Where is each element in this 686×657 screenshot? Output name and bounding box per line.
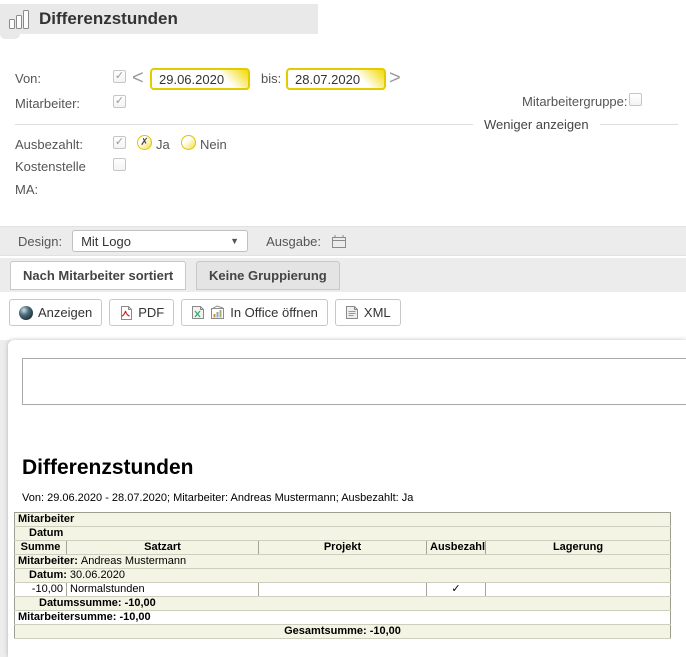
next-period-arrow[interactable]: >	[389, 67, 401, 89]
ausgabe-label: Ausgabe:	[266, 234, 321, 249]
chevron-down-icon: ▼	[230, 236, 239, 246]
design-select-value: Mit Logo	[81, 234, 131, 249]
report-parameter-box[interactable]	[22, 358, 686, 405]
design-bar: Design: Mit Logo ▼ Ausgabe:	[0, 226, 686, 256]
table-row-mitarbeitersumme: Mitarbeitersumme: -10,00	[15, 611, 671, 625]
divider-left	[15, 124, 473, 125]
ja-label: Ja	[156, 137, 170, 152]
von-checkbox[interactable]: ✓	[113, 70, 126, 83]
bis-label: bis:	[261, 71, 281, 86]
top-section: Differenzstunden Von: ✓ < 29.06.2020 bis…	[0, 0, 686, 340]
col-lagerung: Lagerung	[486, 541, 671, 555]
chart-file-icon	[210, 305, 225, 320]
table-group-header-datum: Datum	[15, 527, 671, 541]
nein-label: Nein	[200, 137, 227, 152]
office-button[interactable]: In Office öffnen	[181, 299, 328, 326]
prev-period-arrow[interactable]: <	[132, 67, 144, 89]
cell-satzart: Normalstunden	[67, 583, 259, 597]
table-row-mitarbeiter: Mitarbeiter:Andreas Mustermann	[15, 555, 671, 569]
mitarbeiter-label: Mitarbeiter:	[15, 96, 80, 111]
design-label: Design:	[18, 234, 62, 249]
report-panel: Differenzstunden Von: 29.06.2020 - 28.07…	[8, 340, 686, 657]
excel-file-icon	[191, 305, 205, 320]
report-subtitle: Von: 29.06.2020 - 28.07.2020; Mitarbeite…	[22, 492, 413, 504]
von-label: Von:	[15, 71, 41, 86]
date-from-input[interactable]: 29.06.2020	[150, 68, 250, 90]
output-window-icon[interactable]	[331, 234, 347, 249]
page-title: Differenzstunden	[39, 9, 178, 29]
mitarbeiter-checkbox[interactable]: ✓	[113, 95, 126, 108]
design-select[interactable]: Mit Logo ▼	[72, 230, 248, 252]
mitarbeitergruppe-label: Mitarbeitergruppe:	[522, 94, 628, 109]
anzeigen-button[interactable]: Anzeigen	[9, 299, 102, 326]
kostenstelle-checkbox[interactable]	[113, 158, 126, 171]
col-projekt: Projekt	[259, 541, 427, 555]
xml-file-icon	[345, 305, 359, 320]
date-to-input[interactable]: 28.07.2020	[286, 68, 386, 90]
col-ausbezahlt: Ausbezahlt	[427, 541, 486, 555]
app-header: Differenzstunden	[0, 4, 318, 34]
nein-radio[interactable]	[181, 135, 196, 150]
kostenstelle-label: Kostenstelle	[15, 159, 86, 174]
xml-button[interactable]: XML	[335, 299, 401, 326]
table-column-headers: Summe Satzart Projekt Ausbezahlt Lagerun…	[15, 541, 671, 555]
report-table: Mitarbeiter Datum Summe Satzart Projekt …	[14, 512, 671, 639]
table-group-header-mitarbeiter: Mitarbeiter	[15, 513, 671, 527]
cell-projekt	[259, 583, 427, 597]
pdf-file-icon	[119, 305, 133, 321]
bar-chart-icon	[8, 9, 31, 30]
header-stub	[0, 34, 20, 39]
actions-row: Anzeigen PDF	[9, 299, 401, 326]
table-row-datum: Datum:30.06.2020	[15, 569, 671, 583]
ausbezahlt-checkbox[interactable]: ✓	[113, 136, 126, 149]
pdf-button[interactable]: PDF	[109, 299, 174, 326]
globe-icon	[19, 306, 33, 320]
cell-summe: -10,00	[15, 583, 67, 597]
col-satzart: Satzart	[67, 541, 259, 555]
tabs-bar: Nach Mitarbeiter sortiert Keine Gruppier…	[0, 258, 686, 292]
weniger-anzeigen-link[interactable]: Weniger anzeigen	[484, 117, 589, 132]
table-row-gesamtsumme: Gesamtsumme: -10,00	[15, 625, 671, 639]
table-data-row: -10,00 Normalstunden ✓	[15, 583, 671, 597]
report-title: Differenzstunden	[22, 456, 194, 480]
cell-lagerung	[486, 583, 671, 597]
col-summe: Summe	[15, 541, 67, 555]
mitarbeitergruppe-checkbox[interactable]	[629, 93, 642, 106]
tab-nach-mitarbeiter-sortiert[interactable]: Nach Mitarbeiter sortiert	[10, 261, 186, 290]
ja-radio[interactable]: ✗	[137, 135, 152, 150]
ma-label: MA:	[15, 182, 38, 197]
cell-ausbezahlt-checkmark: ✓	[427, 583, 486, 597]
ausbezahlt-label: Ausbezahlt:	[15, 137, 83, 152]
table-row-datumssumme: Datumssumme: -10,00	[15, 597, 671, 611]
tab-keine-gruppierung[interactable]: Keine Gruppierung	[196, 261, 340, 290]
divider-right	[600, 124, 678, 125]
